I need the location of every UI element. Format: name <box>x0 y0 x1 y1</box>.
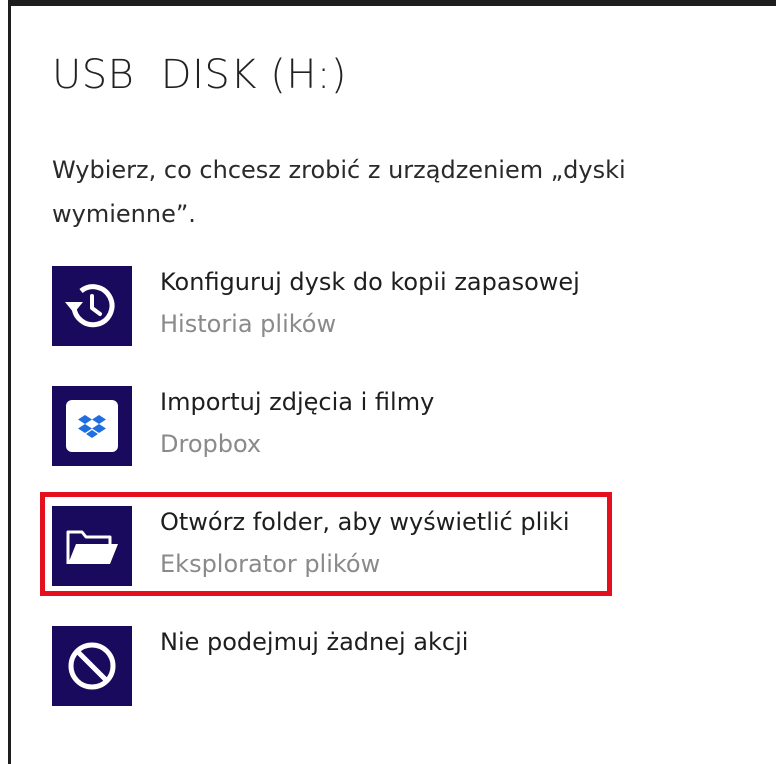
option-no-action-label: Nie podejmuj żadnej akcji <box>160 628 469 656</box>
history-clock-icon <box>52 266 132 346</box>
panel-top-border <box>10 0 776 6</box>
option-file-history-app: Historia plików <box>160 310 337 338</box>
dialog-description: Wybierz, co chcesz zrobić z urządzeniem … <box>52 156 626 228</box>
option-file-history-label: Konfiguruj dysk do kopii zapasowej <box>160 268 580 296</box>
option-import-app: Dropbox <box>160 430 262 458</box>
option-file-history[interactable]: Konfiguruj dysk do kopii zapasowej Histo… <box>52 266 612 350</box>
highlight-box <box>40 492 612 596</box>
dropbox-icon <box>52 386 132 466</box>
panel-left-border <box>8 0 11 764</box>
autoplay-panel: USB DISK (H:) Wybierz, co chcesz zrobić … <box>0 0 776 764</box>
dialog-title: USB DISK (H:) <box>52 52 347 98</box>
no-action-icon <box>52 626 132 706</box>
option-import-label: Importuj zdjęcia i filmy <box>160 388 435 416</box>
option-no-action[interactable]: Nie podejmuj żadnej akcji <box>52 626 612 710</box>
option-import-dropbox[interactable]: Importuj zdjęcia i filmy Dropbox <box>52 386 612 470</box>
